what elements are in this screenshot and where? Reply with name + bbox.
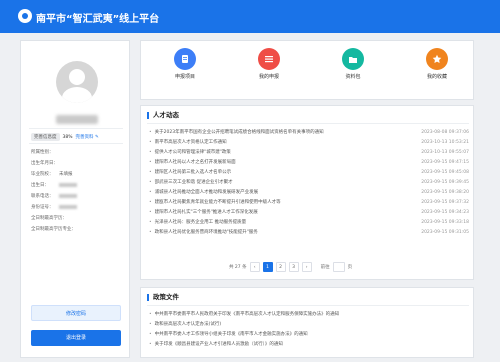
- logout-button[interactable]: 退出登录: [31, 330, 121, 346]
- complete-profile-link[interactable]: 完善资料 ✎: [76, 134, 99, 140]
- info-row-phone: 联系电话：: [31, 191, 125, 202]
- news-item-title[interactable]: 建阳市人社局以人才之名打开发展新局面: [149, 158, 236, 168]
- news-item[interactable]: 光泽县人社局：服务企业用工 推动服务提质量 2023-09-15 09:33:18: [149, 218, 469, 228]
- news-item[interactable]: 建阳区人社局第三批入选人才名单公示 2023-09-15 09:45:08: [149, 168, 469, 178]
- policy-list: 中共南平市委南平市人民政府关于印发《南平市高层次人才认定和服务保障实施办法》的通…: [149, 310, 469, 350]
- pager-goto-label: 前往: [320, 265, 330, 270]
- policy-section-title: 政策文件: [147, 294, 179, 301]
- policy-item-title[interactable]: 中共南平市委人才工作领导小组关于印发《南平市人才金融实施办法》的通知: [149, 330, 308, 340]
- platform-logo-icon: [18, 9, 32, 23]
- profile-completeness: 完善信息度 38% 完善资料 ✎: [31, 133, 99, 141]
- news-item[interactable]: 邵武县三次工业和谐 促进企业引才聚才 2023-09-15 09:39:45: [149, 178, 469, 188]
- news-item-date: 2023-09-15 09:34:23: [421, 210, 469, 215]
- completeness-label: 完善信息度: [31, 133, 60, 141]
- policy-item[interactable]: 关于印发《顺昌县建设产业人才引进和人员激励（试行）》的通知: [149, 340, 469, 350]
- policy-item-title[interactable]: 政和县高层次人才认定办法(试行): [149, 320, 222, 330]
- news-list: 关于2023年南平市国有企业公开招聘笔试成绩合格线和面试资格名单有关事项的通知 2…: [149, 128, 469, 238]
- top-header: 南平市“智汇武夷”线上平台: [0, 0, 500, 33]
- profile-info: 所属性别： 出生年月日： 毕业院校： 未填报 出生日： 联系电话： 身份证号： 全…: [31, 147, 125, 235]
- info-row-idcard: 身份证号：: [31, 202, 125, 213]
- policy-item-title[interactable]: 关于印发《顺昌县建设产业人才引进和人员激励（试行）》的通知: [149, 340, 283, 350]
- news-item-date: 2023-09-15 09:33:18: [421, 220, 469, 225]
- document-icon: [174, 48, 196, 70]
- profile-card: 完善信息度 38% 完善资料 ✎ 所属性别： 出生年月日： 毕业院校： 未填报 出…: [20, 40, 130, 358]
- info-row-degree: 全日制最高学历：: [31, 216, 67, 221]
- completeness-percent: 38%: [62, 134, 73, 140]
- news-item-title[interactable]: 关于2023年南平市国有企业公开招聘笔试成绩合格线和面试资格名单有关事项的通知: [149, 128, 324, 138]
- pager-prev-button[interactable]: ‹: [249, 262, 260, 272]
- pager-goto-input[interactable]: [332, 262, 345, 272]
- policy-item[interactable]: 中共南平市委人才工作领导小组关于印发《南平市人才金融实施办法》的通知: [149, 330, 469, 340]
- news-item[interactable]: 建阳市人社局以人才之名打开发展新局面 2023-09-15 09:47:15: [149, 158, 469, 168]
- info-row-gender: 所属性别：: [31, 150, 54, 155]
- news-item-title[interactable]: 建阳市人社局扎实"三个服务"推进人才工作深化发展: [149, 208, 258, 218]
- news-item-date: 2023-08-08 09:37:06: [421, 130, 469, 135]
- news-item-title[interactable]: 浦城县人社局推动全面人才推动和发展研发产业发展: [149, 188, 259, 198]
- news-item-title[interactable]: 提供人才公司和管理法律"城市建"政策: [149, 148, 231, 158]
- news-item-date: 2023-09-15 09:45:08: [421, 170, 469, 175]
- pager-page-2[interactable]: 2: [275, 262, 286, 272]
- news-item[interactable]: 关于2023年南平市国有企业公开招聘笔试成绩合格线和面试资格名单有关事项的通知 2…: [149, 128, 469, 138]
- policy-item[interactable]: 中共南平市委南平市人民政府关于印发《南平市高层次人才认定和服务保障实施办法》的通…: [149, 310, 469, 320]
- news-item-title[interactable]: 南平市高层次人才资格认定工作通知: [149, 138, 227, 148]
- quick-link-my-apply[interactable]: 我的申报: [244, 48, 294, 80]
- policy-item[interactable]: 政和县高层次人才认定办法(试行): [149, 320, 469, 330]
- news-item-date: 2023-09-15 09:31:05: [421, 230, 469, 235]
- edit-icon: ✎: [94, 135, 99, 140]
- news-item[interactable]: 政和县人社局优化服务营商环境推动"技能提升"服务 2023-09-15 09:31…: [149, 228, 469, 238]
- username-blurred: [56, 115, 98, 124]
- news-item-date: 2023-10-13 09:55:07: [421, 150, 469, 155]
- info-row-birthday: 出生日：: [31, 180, 125, 191]
- news-section-title: 人才动态: [147, 112, 179, 119]
- news-item-title[interactable]: 建阳区人社局第三批入选人才名单公示: [149, 168, 232, 178]
- folder-icon: [342, 48, 364, 70]
- list-icon: [258, 48, 280, 70]
- news-item-title[interactable]: 邵武县三次工业和谐 促进企业引才聚才: [149, 178, 233, 188]
- info-row-birth: 出生年月日：: [31, 161, 58, 166]
- news-item[interactable]: 提供人才公司和管理法律"城市建"政策 2023-10-13 09:55:07: [149, 148, 469, 158]
- site-title: 南平市“智汇武夷”线上平台: [36, 14, 160, 25]
- info-row-school: 毕业院校： 未填报: [31, 172, 73, 177]
- quick-links-panel: 申报项目 我的申报 资料包 我的收藏: [140, 40, 474, 100]
- news-item-title[interactable]: 政和县人社局优化服务营商环境推动"技能提升"服务: [149, 228, 258, 238]
- star-icon: [426, 48, 448, 70]
- pager-total: 共 27 条: [229, 265, 247, 270]
- pager-page-3[interactable]: 3: [288, 262, 299, 272]
- news-item-date: 2023-10-13 10:53:21: [421, 140, 469, 145]
- pagination: 共 27 条 ‹ 1 2 3 › 前往 页: [229, 262, 352, 272]
- news-item[interactable]: 浦城县人社局推动全面人才推动和发展研发产业发展 2023-09-15 09:38:…: [149, 188, 469, 198]
- news-item-date: 2023-09-15 09:38:20: [421, 190, 469, 195]
- news-item-date: 2023-09-15 09:37:32: [421, 200, 469, 205]
- pager-page-1[interactable]: 1: [262, 262, 273, 272]
- avatar: [56, 61, 98, 103]
- change-password-button[interactable]: 修改密码: [31, 305, 121, 321]
- news-item-title[interactable]: 光泽县人社局：服务企业用工 推动服务提质量: [149, 218, 246, 228]
- quick-link-favorites[interactable]: 我的收藏: [412, 48, 462, 80]
- info-row-major: 全日制最高学历专业：: [31, 227, 76, 232]
- quick-link-materials[interactable]: 资料包: [328, 48, 378, 80]
- news-item-title[interactable]: 建瓯市人社局聚焦青年就业能力不断提升引进和使用中级人才等: [149, 198, 281, 208]
- news-item-date: 2023-09-15 09:47:15: [421, 160, 469, 165]
- pager-next-button[interactable]: ›: [301, 262, 312, 272]
- policy-panel: 政策文件 中共南平市委南平市人民政府关于印发《南平市高层次人才认定和服务保障实施…: [140, 287, 474, 358]
- news-item[interactable]: 建瓯市人社局聚焦青年就业能力不断提升引进和使用中级人才等 2023-09-15 0…: [149, 198, 469, 208]
- news-item[interactable]: 建阳市人社局扎实"三个服务"推进人才工作深化发展 2023-09-15 09:34…: [149, 208, 469, 218]
- policy-item-title[interactable]: 中共南平市委南平市人民政府关于印发《南平市高层次人才认定和服务保障实施办法》的通…: [149, 310, 340, 320]
- news-item-date: 2023-09-15 09:39:45: [421, 180, 469, 185]
- pager-page-suffix: 页: [347, 265, 353, 270]
- quick-link-apply[interactable]: 申报项目: [160, 48, 210, 80]
- news-item[interactable]: 南平市高层次人才资格认定工作通知 2023-10-13 10:53:21: [149, 138, 469, 148]
- news-panel: 人才动态 关于2023年南平市国有企业公开招聘笔试成绩合格线和面试资格名单有关事…: [140, 105, 474, 280]
